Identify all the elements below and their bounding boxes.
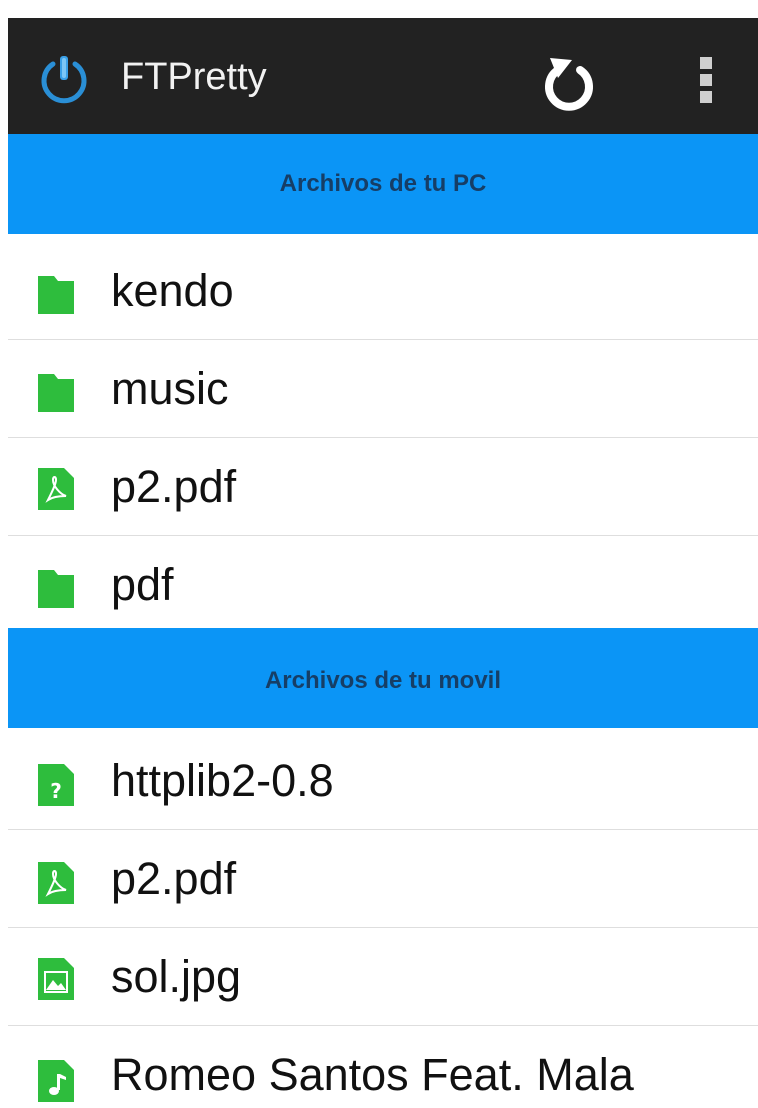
list-item[interactable]: kendo <box>8 242 758 340</box>
file-name: pdf <box>111 559 174 610</box>
file-name: Romeo Santos Feat. Mala <box>111 1049 634 1100</box>
section-header-pc: Archivos de tu PC <box>8 134 758 234</box>
folder-icon <box>38 276 74 314</box>
list-item[interactable]: ? httplib2-0.8 <box>8 732 758 830</box>
file-name: p2.pdf <box>111 853 237 904</box>
pc-file-list: kendo music p2.pdf pdf <box>8 242 758 633</box>
list-item[interactable]: sol.jpg <box>8 928 758 1026</box>
list-item[interactable]: pdf <box>8 536 758 633</box>
refresh-icon[interactable] <box>528 40 608 120</box>
music-file-icon <box>38 1060 74 1102</box>
file-name: p2.pdf <box>111 461 237 512</box>
file-name: httplib2-0.8 <box>111 755 334 806</box>
file-name: sol.jpg <box>111 951 242 1002</box>
list-item[interactable]: p2.pdf <box>8 830 758 928</box>
power-icon[interactable] <box>38 52 90 104</box>
svg-text:?: ? <box>50 779 62 803</box>
action-bar: FTPretty <box>8 18 758 134</box>
folder-icon <box>38 374 74 412</box>
list-item[interactable]: Romeo Santos Feat. Mala <box>8 1026 758 1108</box>
list-item[interactable]: music <box>8 340 758 438</box>
app-screen: FTPretty Archivos de tu PC kendo music p… <box>8 18 758 1108</box>
unknown-file-icon: ? <box>38 764 74 806</box>
section-header-mobile: Archivos de tu movil <box>8 628 758 728</box>
pdf-file-icon <box>38 468 74 510</box>
folder-icon <box>38 570 74 608</box>
overflow-menu-icon[interactable] <box>684 40 728 120</box>
image-file-icon <box>38 958 74 1000</box>
list-item[interactable]: p2.pdf <box>8 438 758 536</box>
file-name: kendo <box>111 265 234 316</box>
pdf-file-icon <box>38 862 74 904</box>
mobile-file-list: ? httplib2-0.8 p2.pdf sol.jpg Romeo Sant… <box>8 732 758 1108</box>
file-name: music <box>111 363 229 414</box>
app-title: FTPretty <box>121 56 267 98</box>
